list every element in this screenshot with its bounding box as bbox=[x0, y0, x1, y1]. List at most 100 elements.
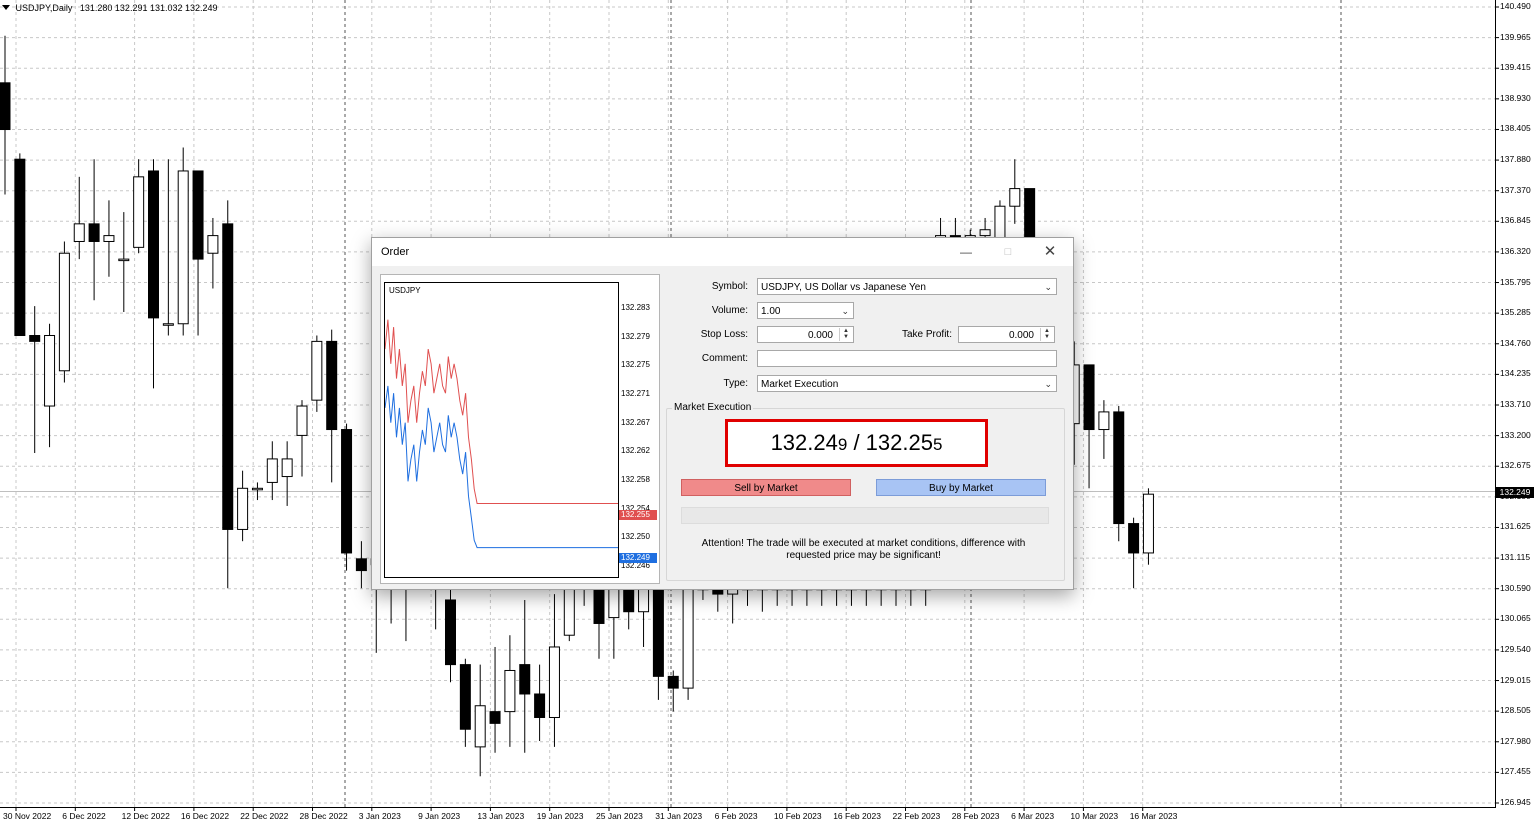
candlestick bbox=[519, 599, 531, 753]
time-axis-label: 30 Nov 2022 bbox=[3, 811, 52, 821]
chart-symbol-timeframe: USDJPY,Daily bbox=[15, 3, 73, 13]
current-price-tag: 132.249 bbox=[1496, 487, 1534, 498]
stop-loss-input[interactable]: 0.000 ▲ ▼ bbox=[757, 326, 854, 343]
chevron-down-icon: ⌄ bbox=[1044, 282, 1052, 292]
take-profit-spinner-icon[interactable]: ▲ ▼ bbox=[1040, 328, 1053, 341]
take-profit-input[interactable]: 0.000 ▲ ▼ bbox=[958, 326, 1055, 343]
candle-body bbox=[207, 235, 219, 254]
candle-body bbox=[177, 170, 189, 325]
tick-chart-price-label: 132.250 bbox=[621, 532, 650, 542]
stop-loss-spinner-icon[interactable]: ▲ ▼ bbox=[839, 328, 852, 341]
price-axis-label: 127.980 bbox=[1500, 735, 1531, 746]
candlestick bbox=[355, 541, 367, 589]
candle-body bbox=[1128, 523, 1140, 554]
candlestick bbox=[103, 200, 115, 277]
tick-chart-price-label: 132.275 bbox=[621, 360, 650, 370]
minimize-icon[interactable]: — bbox=[954, 242, 978, 262]
comment-input[interactable] bbox=[757, 350, 1057, 367]
price-axis-label: 135.285 bbox=[1500, 307, 1531, 318]
tick-chart-price-label: 132.283 bbox=[621, 303, 650, 312]
candle-body bbox=[623, 587, 635, 613]
tick-chart-price-label: 132.262 bbox=[621, 446, 650, 456]
candle-body bbox=[148, 170, 159, 319]
dialog-titlebar[interactable]: Order — □ ✕ bbox=[372, 238, 1073, 266]
candlestick bbox=[1009, 159, 1021, 224]
attention-line-1: Attention! The trade will be executed at… bbox=[701, 538, 1026, 549]
sell-by-market-button[interactable]: Sell by Market bbox=[681, 479, 851, 496]
tick-chart-price-label: 132.267 bbox=[621, 417, 650, 427]
candlestick bbox=[296, 400, 308, 477]
candlestick bbox=[207, 217, 219, 289]
candlestick bbox=[88, 159, 100, 301]
tick-chart-bid-tag: 132.249 bbox=[619, 553, 657, 563]
symbol-label: Symbol: bbox=[711, 281, 748, 292]
candlestick bbox=[1113, 406, 1125, 542]
candle-body bbox=[281, 458, 293, 478]
candlestick bbox=[1083, 364, 1095, 489]
candle-body bbox=[445, 599, 456, 666]
price-axis-label: 139.965 bbox=[1500, 31, 1531, 42]
time-axis-label: 10 Mar 2023 bbox=[1070, 811, 1119, 821]
symbol-value: USDJPY, US Dollar vs Japanese Yen bbox=[761, 282, 926, 293]
candle-body bbox=[58, 252, 70, 372]
type-select[interactable]: Market Execution ⌄ bbox=[757, 375, 1057, 392]
tick-chart-price-label: 132.258 bbox=[621, 475, 650, 484]
price-axis-label: 137.370 bbox=[1500, 184, 1531, 195]
candle-body bbox=[133, 176, 145, 248]
symbol-select[interactable]: USDJPY, US Dollar vs Japanese Yen ⌄ bbox=[757, 278, 1057, 295]
comment-label: Comment: bbox=[701, 353, 748, 364]
candle-body bbox=[682, 587, 694, 689]
time-axis-label: 28 Feb 2023 bbox=[951, 811, 1000, 821]
chart-header: USDJPY,Daily 131.280 132.291 131.032 132… bbox=[2, 3, 218, 13]
price-axis-label: 132.675 bbox=[1500, 460, 1531, 471]
candlestick bbox=[29, 306, 41, 454]
chart-menu-triangle-icon[interactable] bbox=[2, 5, 10, 10]
candle-body bbox=[118, 258, 130, 262]
candlestick bbox=[489, 646, 501, 753]
candle-body bbox=[459, 664, 471, 730]
tick-chart-plot: USDJPY bbox=[384, 282, 619, 578]
stop-loss-label: Stop Loss: bbox=[700, 329, 748, 340]
bid-ask-price-display: 132.249 / 132.255 bbox=[725, 419, 988, 467]
time-axis-label: 13 Jan 2023 bbox=[477, 811, 525, 821]
candle-body bbox=[593, 587, 605, 624]
tick-chart-bid-line bbox=[385, 385, 618, 549]
close-icon[interactable]: ✕ bbox=[1038, 242, 1062, 262]
buy-by-market-button[interactable]: Buy by Market bbox=[876, 479, 1046, 496]
candle-body bbox=[474, 705, 486, 748]
time-axis-label: 6 Dec 2022 bbox=[62, 811, 106, 821]
price-axis-label: 134.760 bbox=[1500, 337, 1531, 348]
type-label: Type: bbox=[723, 378, 748, 389]
price-axis-label: 138.405 bbox=[1500, 123, 1531, 134]
candle-body bbox=[192, 170, 204, 260]
price-axis-label: 137.880 bbox=[1500, 154, 1531, 165]
price-axis-label: 131.115 bbox=[1500, 552, 1531, 563]
time-axis-label: 16 Mar 2023 bbox=[1129, 811, 1178, 821]
price-axis-label: 130.590 bbox=[1500, 582, 1531, 593]
chevron-down-icon: ⌄ bbox=[1044, 379, 1052, 389]
time-axis-label: 28 Dec 2022 bbox=[299, 811, 348, 821]
time-axis-label: 16 Feb 2023 bbox=[833, 811, 881, 821]
bid-price-main: 132.24 bbox=[770, 430, 838, 455]
candlestick bbox=[14, 153, 26, 337]
candlestick bbox=[504, 635, 516, 747]
time-axis-label: 6 Mar 2023 bbox=[1011, 811, 1055, 821]
candle-body bbox=[29, 335, 41, 342]
price-axis-label: 133.200 bbox=[1500, 429, 1531, 440]
candlestick bbox=[192, 170, 204, 336]
candlestick bbox=[1128, 517, 1140, 589]
candle-body bbox=[489, 711, 501, 724]
price-axis-label: 129.540 bbox=[1500, 643, 1531, 654]
price-axis-label: 133.710 bbox=[1500, 399, 1531, 409]
candlestick bbox=[474, 664, 486, 777]
tick-chart: USDJPY 132.283 132.279 132.275 132.271 132.2… bbox=[380, 274, 660, 584]
candlestick bbox=[148, 159, 159, 389]
candle-body bbox=[1142, 493, 1154, 554]
price-axis-label: 138.930 bbox=[1500, 92, 1531, 103]
candlestick bbox=[341, 423, 353, 571]
maximize-icon[interactable]: □ bbox=[996, 242, 1020, 262]
candlestick bbox=[0, 35, 11, 195]
volume-select[interactable]: 1.00 ⌄ bbox=[757, 302, 854, 319]
candlestick bbox=[1142, 488, 1154, 565]
market-execution-title: Market Execution bbox=[672, 402, 754, 413]
